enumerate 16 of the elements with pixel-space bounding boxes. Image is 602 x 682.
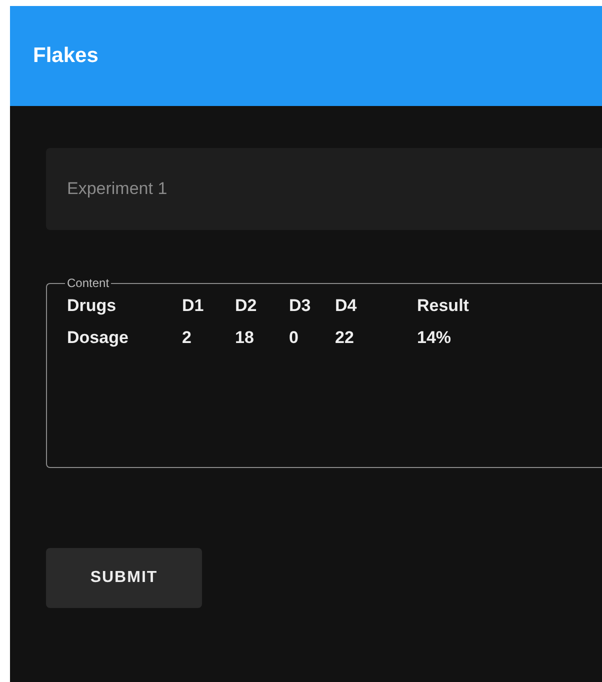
table-cell: 14% — [417, 328, 452, 347]
table-cell: Dosage — [67, 328, 128, 347]
table-cell: 22 — [335, 328, 354, 347]
table-cell: D1 — [182, 296, 204, 315]
table-cell: D4 — [335, 296, 357, 315]
table-cell: 2 — [182, 328, 192, 347]
table-cell: 0 — [289, 328, 298, 347]
table-cell: D3 — [289, 296, 311, 315]
table-cell: Result — [417, 296, 469, 315]
submit-button[interactable]: SUBMIT — [46, 548, 202, 608]
table-cell: 18 — [235, 328, 254, 347]
app-title: Flakes — [33, 44, 98, 68]
table-cell: D2 — [235, 296, 257, 315]
name-field[interactable]: Experiment 1 — [46, 148, 602, 230]
content-legend: Content — [65, 276, 112, 290]
table-cell: Drugs — [67, 296, 116, 315]
